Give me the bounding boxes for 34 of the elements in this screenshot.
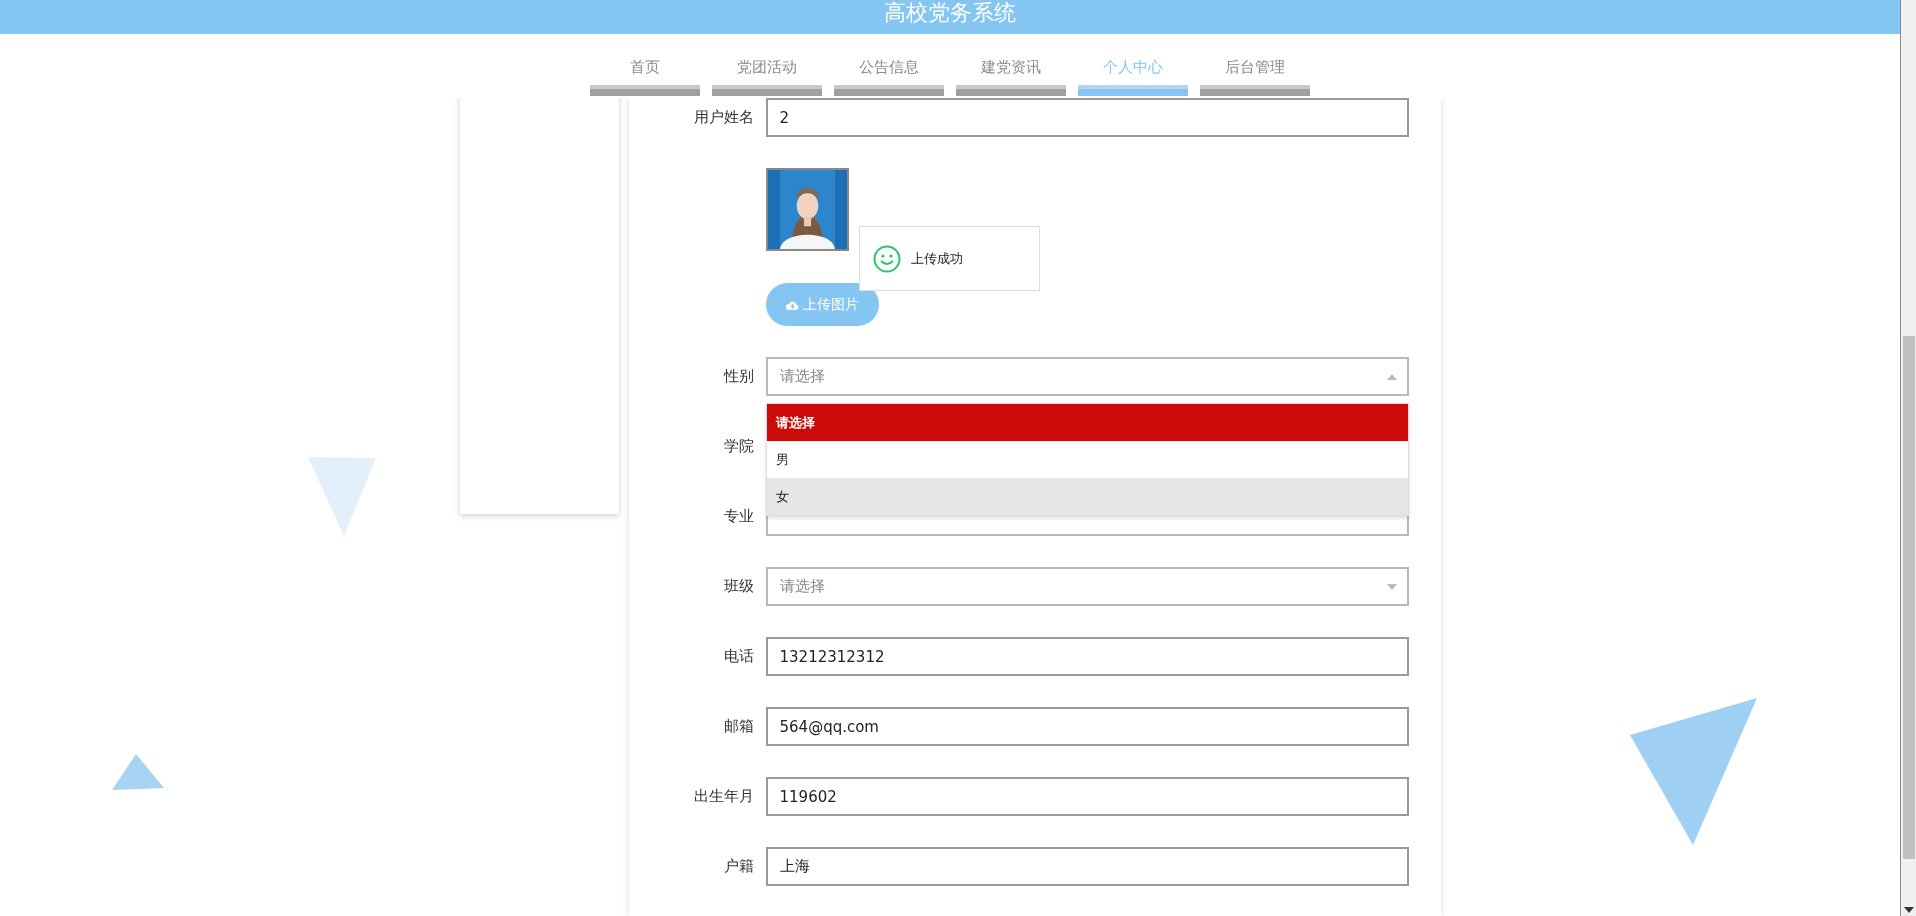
nav-tab[interactable]: 建党资讯 [956, 34, 1066, 96]
field-label: 专业 [722, 507, 754, 526]
nav-tab[interactable]: 党团活动 [712, 34, 822, 96]
input-field[interactable]: 上海 [765, 847, 1409, 886]
field-label: 电话 [722, 647, 754, 666]
input-field[interactable]: 119602 [765, 777, 1409, 816]
scroll-down-icon[interactable] [1904, 907, 1914, 913]
field-label: 学院 [722, 437, 754, 456]
scrollbar[interactable] [1900, 0, 1916, 916]
scrollbar-thumb[interactable] [1903, 336, 1915, 859]
field-label: 用户姓名 [692, 108, 754, 127]
dropdown-option[interactable]: 男 [766, 441, 1408, 478]
select-field[interactable]: 请选择 [765, 357, 1409, 396]
input-field[interactable]: 564@qq.com [765, 707, 1409, 746]
upload-button[interactable]: 上传图片 [765, 283, 879, 326]
field-label: 户籍 [722, 857, 754, 876]
field-label: 出生年月 [692, 787, 754, 806]
nav-tab[interactable]: 首页 [590, 34, 700, 96]
field-label: 性别 [722, 367, 754, 386]
input-field[interactable]: 2 [765, 98, 1409, 137]
input-field[interactable]: 13212312312 [765, 637, 1409, 676]
dropdown-option[interactable]: 请选择 [766, 404, 1408, 441]
nav-tab[interactable]: 个人中心 [1078, 34, 1188, 96]
triangle-decoration [112, 754, 164, 790]
cloud-upload-icon [785, 299, 799, 310]
dropdown-option[interactable]: 女 [766, 478, 1408, 515]
smiley-icon [872, 244, 901, 273]
nav-tab[interactable]: 公告信息 [834, 34, 944, 96]
field-label: 班级 [722, 577, 754, 596]
toast-text: 上传成功 [910, 249, 963, 268]
field-label: 邮箱 [722, 717, 754, 736]
select-field[interactable]: 请选择 [765, 567, 1409, 606]
site-title: 高校党务系统 [884, 0, 1016, 27]
nav-tab[interactable]: 后台管理 [1200, 34, 1310, 96]
